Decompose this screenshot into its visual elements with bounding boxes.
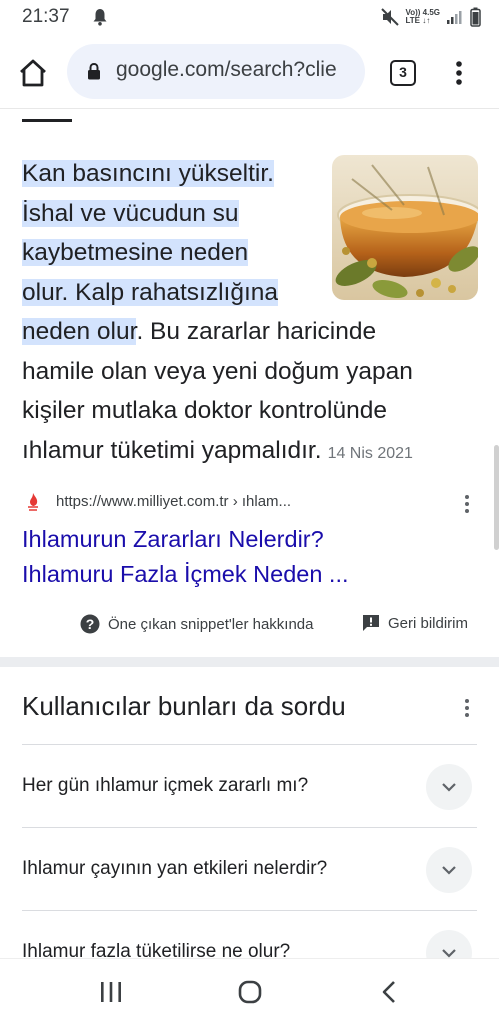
section-divider — [0, 657, 499, 667]
highlighted-text: İshal ve vücudun su — [22, 199, 239, 227]
highlighted-text: Kan basıncını yükseltir. — [22, 160, 274, 187]
home-circle-icon[interactable] — [238, 980, 262, 1004]
highlighted-text: neden olur — [22, 318, 137, 345]
battery-icon — [470, 7, 481, 27]
snippet-line: kaybetmesine neden — [22, 233, 482, 273]
milliyet-favicon-icon — [28, 493, 38, 511]
url-text: google.com/search?clie — [116, 58, 337, 81]
section-accent — [22, 119, 72, 122]
chevron-down-icon — [442, 866, 456, 875]
home-icon[interactable] — [18, 59, 48, 87]
result-title-link[interactable]: Ihlamurun Zararları Nelerdir? Ihlamuru F… — [22, 522, 462, 592]
highlighted-text: olur. Kalp rahatsızlığına — [22, 278, 279, 306]
expand-button[interactable] — [426, 847, 472, 893]
status-bar: 21:37 Vo)) 4.5G LTE ↓↑ — [0, 0, 499, 36]
paa-question[interactable]: Her gün ıhlamur içmek zararlı mı? — [22, 744, 477, 827]
more-vert-icon[interactable] — [462, 494, 472, 514]
lock-icon — [88, 63, 100, 80]
more-vert-icon[interactable] — [449, 59, 469, 87]
status-icons: Vo)) 4.5G LTE ↓↑ — [381, 6, 481, 28]
back-icon[interactable] — [380, 980, 400, 1004]
snippet-line: Kan basıncını yükseltir. — [22, 154, 482, 194]
svg-text:?: ? — [86, 616, 95, 632]
network-label: Vo)) 4.5G LTE ↓↑ — [405, 9, 440, 25]
paa-question[interactable]: Ihlamur çayının yan etkileri nelerdir? — [22, 827, 477, 910]
snippet-line: hamile olan veya yeni doğum yapan — [22, 357, 413, 385]
recents-icon[interactable] — [99, 981, 123, 1003]
snippet-text-part: ıhlamur tüketimi yapmalıdır. — [22, 436, 322, 464]
scrollbar-thumb[interactable] — [494, 445, 499, 550]
feedback-icon — [363, 615, 379, 631]
snippet-line: kişiler mutlaka doktor kontrolünde — [22, 397, 387, 424]
source-row[interactable]: https://www.milliyet.com.tr › ıhlam... — [22, 490, 482, 514]
paa-question-text[interactable]: Her gün ıhlamur içmek zararlı mı? — [22, 775, 308, 797]
snippet-date: 14 Nis 2021 — [327, 444, 413, 462]
paa-question-text[interactable]: Ihlamur çayının yan etkileri nelerdir? — [22, 858, 327, 880]
paa-heading: Kullanıcılar bunları da sordu — [22, 691, 346, 721]
about-snippets-link[interactable]: ? Öne çıkan snippet'ler hakkında — [80, 614, 314, 634]
highlighted-text: kaybetmesine neden — [22, 239, 249, 266]
expand-button[interactable] — [426, 764, 472, 810]
snippet-footer: ? Öne çıkan snippet'ler hakkında Geri bi… — [0, 612, 499, 638]
snippet-line: İshal ve vücudun su — [22, 194, 482, 234]
network-bottom-label: LTE ↓↑ — [405, 16, 431, 25]
bell-icon — [93, 9, 107, 26]
address-bar[interactable]: google.com/search?clie — [67, 44, 365, 99]
result-title-line[interactable]: Ihlamuru Fazla İçmek Neden ... — [22, 557, 462, 592]
feedback-label: Geri bildirim — [388, 614, 469, 632]
system-nav-bar — [0, 958, 499, 1025]
feedback-link[interactable]: Geri bildirim — [362, 614, 468, 632]
about-snippets-label: Öne çıkan snippet'ler hakkında — [108, 615, 314, 633]
help-icon: ? — [80, 614, 100, 634]
snippet-line: ıhlamur tüketimi yapmalıdır. 14 Nis 2021 — [22, 431, 482, 474]
snippet-line: olur. Kalp rahatsızlığına — [22, 273, 482, 313]
source-url[interactable]: https://www.milliyet.com.tr › ıhlam... — [56, 493, 291, 510]
result-title-line[interactable]: Ihlamurun Zararları Nelerdir? — [22, 522, 462, 557]
signal-icon — [447, 11, 462, 24]
status-time: 21:37 — [22, 6, 70, 27]
snippet-text-part: . Bu zararlar haricinde — [136, 318, 377, 345]
more-vert-icon[interactable] — [462, 698, 472, 718]
browser-toolbar: google.com/search?clie 3 — [0, 36, 499, 109]
snippet-line: neden olur. Bu zararlar haricinde — [22, 312, 482, 352]
mute-icon — [381, 8, 400, 26]
chevron-down-icon — [442, 783, 456, 792]
featured-snippet-text: Kan basıncını yükseltir. İshal ve vücudu… — [22, 154, 482, 473]
tab-switcher-button[interactable]: 3 — [390, 60, 416, 86]
